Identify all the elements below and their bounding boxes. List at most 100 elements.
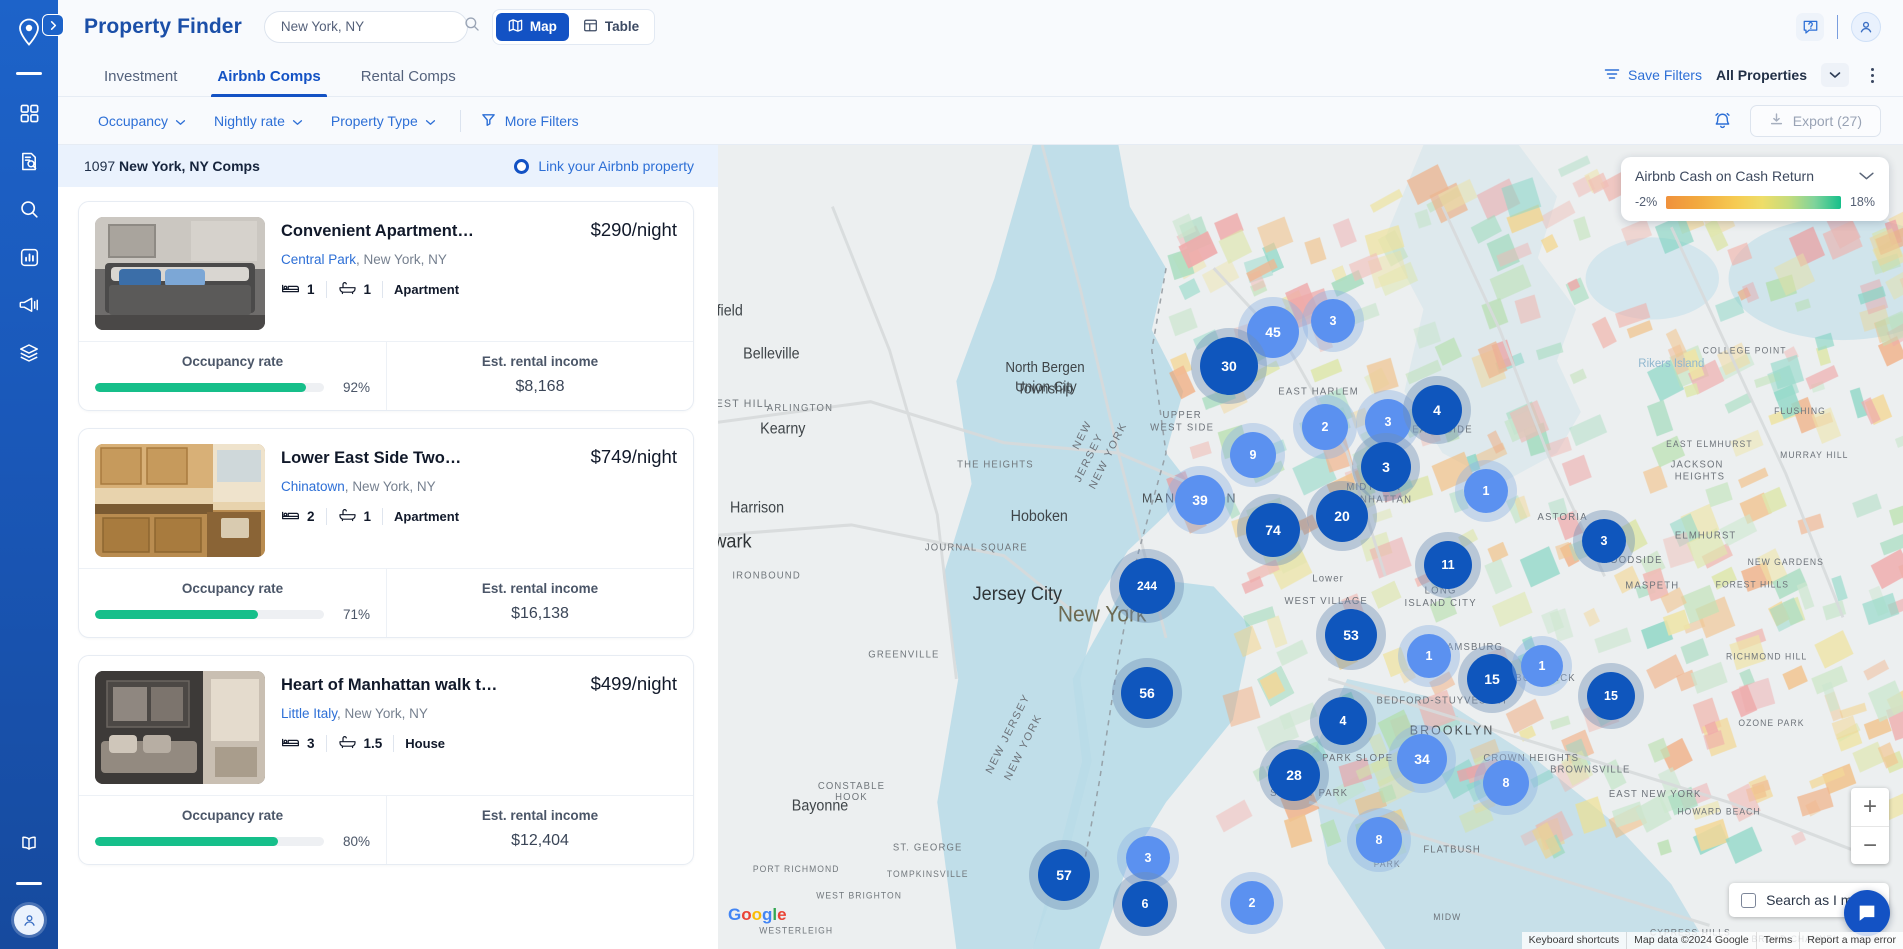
save-filters-button[interactable]: Save Filters xyxy=(1604,67,1702,84)
map-cluster-marker[interactable]: 15 xyxy=(1578,663,1644,729)
rail-divider-bottom xyxy=(16,882,42,885)
sidebar-item-dashboard[interactable] xyxy=(7,91,51,135)
comp-neighborhood[interactable]: Chinatown xyxy=(281,479,345,494)
search-as-i-move-checkbox[interactable] xyxy=(1741,892,1757,908)
map-label: MASPETH xyxy=(1625,580,1679,591)
search-input[interactable] xyxy=(280,19,458,34)
comp-property-type: Apartment xyxy=(394,281,460,297)
sidebar-item-marketing[interactable] xyxy=(7,283,51,327)
comps-count-suffix: New York, NY Comps xyxy=(119,158,260,174)
rail-user-avatar[interactable] xyxy=(14,905,44,935)
zoom-in-button[interactable]: + xyxy=(1851,788,1889,826)
comp-card[interactable]: Lower East Side Two… $749/night Chinatow… xyxy=(78,428,694,638)
map-cluster-marker[interactable]: 56 xyxy=(1112,658,1182,728)
marker-count: 11 xyxy=(1424,541,1472,589)
tab-rental-comps[interactable]: Rental Comps xyxy=(341,68,476,96)
sidebar-item-market-finder[interactable] xyxy=(7,139,51,183)
filter-property-type-label: Property Type xyxy=(330,112,418,129)
tab-airbnb-comps[interactable]: Airbnb Comps xyxy=(197,68,340,97)
sidebar-item-property-search[interactable] xyxy=(7,187,51,231)
comp-card[interactable]: Convenient Apartment… $290/night Central… xyxy=(78,201,694,411)
collapse-sidebar-button[interactable] xyxy=(42,14,64,36)
filter-divider xyxy=(459,109,461,132)
bell-icon[interactable] xyxy=(1713,111,1732,130)
zoom-out-button[interactable]: − xyxy=(1851,826,1889,864)
marker-count: 20 xyxy=(1316,490,1368,542)
all-properties-label[interactable]: All Properties xyxy=(1716,67,1807,83)
more-filters-button[interactable]: More Filters xyxy=(471,106,589,136)
map-cluster-marker[interactable]: 20 xyxy=(1307,481,1377,551)
marker-count: 1 xyxy=(1407,634,1451,678)
sidebar-item-portfolio[interactable] xyxy=(7,331,51,375)
export-label: Export (27) xyxy=(1792,112,1862,129)
sidebar-item-analytics[interactable] xyxy=(7,235,51,279)
tab-list: Investment Airbnb Comps Rental Comps xyxy=(84,68,476,97)
all-properties-dropdown[interactable] xyxy=(1821,63,1849,87)
map-cluster-marker[interactable]: 39 xyxy=(1166,466,1234,534)
filter-occupancy[interactable]: Occupancy xyxy=(84,107,200,135)
map-label: Lower xyxy=(1312,573,1344,584)
map-cluster-marker[interactable]: 53 xyxy=(1316,600,1386,670)
top-bar: Property Finder Map xyxy=(58,0,1903,53)
map-cluster-marker[interactable]: 11 xyxy=(1415,532,1481,598)
comp-card[interactable]: Heart of Manhattan walk t… $499/night Li… xyxy=(78,655,694,865)
map-cluster-marker[interactable]: 2 xyxy=(1221,872,1283,934)
map-label: JOURNAL SQUARE xyxy=(925,542,1028,553)
map-cluster-marker[interactable]: 1 xyxy=(1512,636,1572,696)
map-cluster-marker[interactable]: 8 xyxy=(1347,808,1411,872)
chat-support-button[interactable] xyxy=(1844,890,1890,936)
map-cluster-marker[interactable]: 30 xyxy=(1191,328,1267,404)
comp-neighborhood[interactable]: Little Italy xyxy=(281,706,337,721)
map-cluster-marker[interactable]: 74 xyxy=(1237,494,1309,566)
map-label: COLLEGE POINT xyxy=(1703,345,1787,355)
map-cluster-marker[interactable]: 9 xyxy=(1221,423,1285,487)
map-cluster-marker[interactable]: 8 xyxy=(1474,751,1538,815)
view-toggle-table[interactable]: Table xyxy=(571,13,651,41)
filter-nightly-rate[interactable]: Nightly rate xyxy=(200,107,317,135)
map-cluster-marker[interactable]: 28 xyxy=(1259,740,1329,810)
filter-bar-actions: Export (27) xyxy=(1713,104,1881,137)
map-cluster-marker[interactable]: 1 xyxy=(1398,625,1460,687)
kebab-menu-icon[interactable] xyxy=(1863,63,1881,87)
filter-property-type[interactable]: Property Type xyxy=(317,107,450,135)
comp-neighborhood[interactable]: Central Park xyxy=(281,252,356,267)
bed-icon xyxy=(281,507,300,525)
filter-lines-icon xyxy=(1604,67,1620,84)
airbnb-ring-icon xyxy=(514,158,530,174)
comp-occupancy-value: 71% xyxy=(342,607,370,622)
map-cluster-marker[interactable]: 34 xyxy=(1388,725,1456,793)
map-label: EAST NEW YORK xyxy=(1609,789,1702,800)
comp-income-label: Est. rental income xyxy=(481,354,599,369)
comp-income-stat: Est. rental income $8,168 xyxy=(386,342,693,410)
legend-collapse-chevron[interactable] xyxy=(1858,171,1875,181)
marker-count: 30 xyxy=(1200,337,1258,395)
help-chat-icon[interactable] xyxy=(1796,12,1824,41)
map-cluster-marker[interactable]: 1 xyxy=(1455,460,1517,522)
map-cluster-marker[interactable]: 4 xyxy=(1403,376,1471,444)
map-label: OZONE PARK xyxy=(1738,718,1804,728)
comp-beds-value: 2 xyxy=(307,508,315,524)
comp-card-title-row: Heart of Manhattan walk t… $499/night xyxy=(281,673,677,695)
location-search[interactable] xyxy=(263,10,479,43)
view-toggle-table-label: Table xyxy=(604,19,640,34)
link-airbnb-property-button[interactable]: Link your Airbnb property xyxy=(514,158,694,174)
comp-income-label: Est. rental income xyxy=(481,808,599,823)
map-cluster-marker[interactable]: 6 xyxy=(1113,872,1177,936)
map-cluster-marker[interactable]: 244 xyxy=(1110,549,1184,623)
map-label: ST. GEORGE xyxy=(893,842,963,853)
view-toggle-map[interactable]: Map xyxy=(495,12,569,41)
map-legend[interactable]: Airbnb Cash on Cash Return -2% 18% xyxy=(1621,157,1889,221)
map-cluster-marker[interactable]: 4 xyxy=(1310,688,1376,754)
sidebar-item-learn[interactable] xyxy=(7,822,51,866)
map-cluster-marker[interactable]: 3 xyxy=(1302,290,1364,352)
marker-count: 57 xyxy=(1038,849,1090,901)
map-label: BROAD CHANNEL xyxy=(1752,934,1839,944)
map-panel[interactable]: BloomfieldGlen RidgeBellevilleFOREST HIL… xyxy=(718,145,1903,949)
tab-investment[interactable]: Investment xyxy=(84,68,197,96)
map-cluster-marker[interactable]: 2 xyxy=(1293,395,1357,459)
comps-list-scroll[interactable]: Convenient Apartment… $290/night Central… xyxy=(58,187,718,949)
account-avatar[interactable] xyxy=(1851,11,1881,42)
map-cluster-marker[interactable]: 57 xyxy=(1029,840,1099,910)
export-button[interactable]: Export (27) xyxy=(1749,104,1881,137)
map-cluster-marker[interactable]: 3 xyxy=(1573,510,1635,572)
